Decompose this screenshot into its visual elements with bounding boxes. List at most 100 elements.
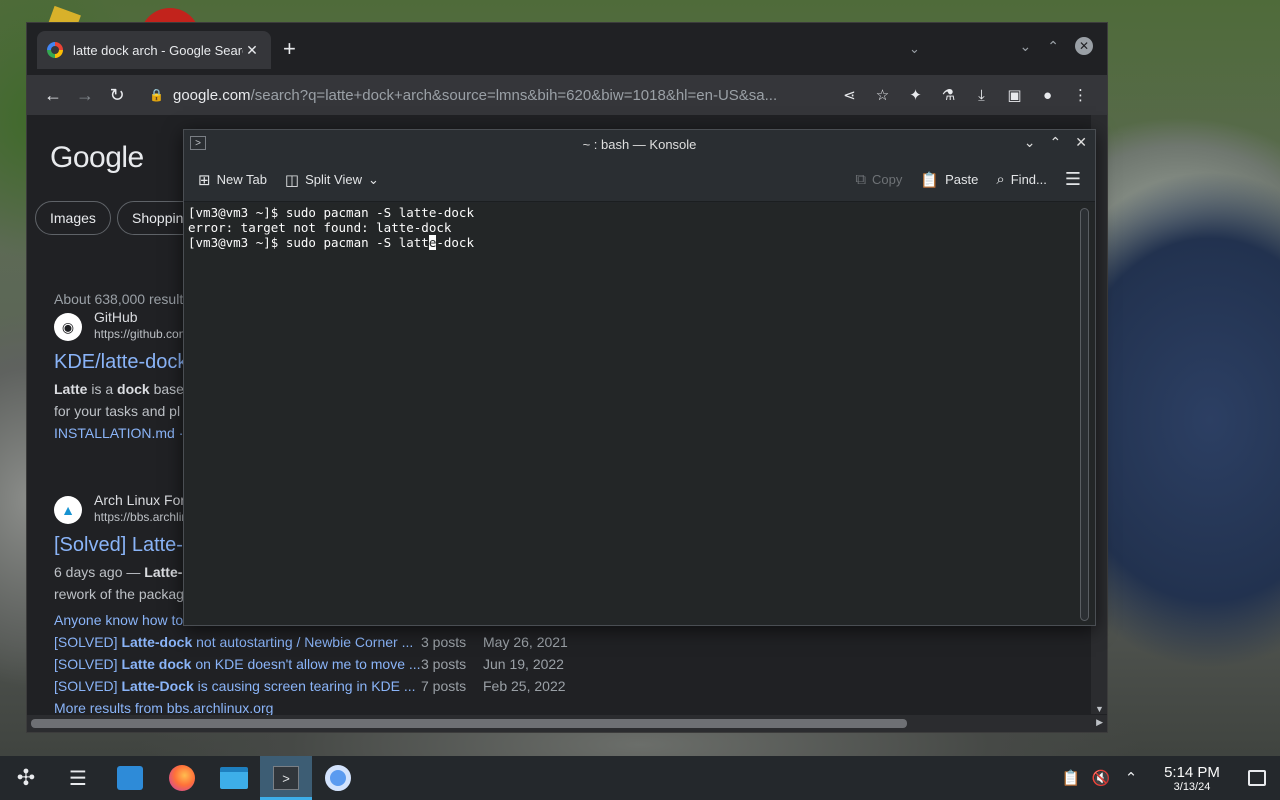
filter-chip-images[interactable]: Images bbox=[35, 201, 111, 235]
sub-result-row[interactable]: [SOLVED] Latte-Dock is causing screen te… bbox=[54, 678, 566, 694]
sub-result-row[interactable]: [SOLVED] Latte-dock not autostarting / N… bbox=[54, 634, 568, 650]
terminal-line: error: target not found: latte-dock bbox=[188, 220, 452, 235]
result-sitelink[interactable]: Anyone know how to bbox=[54, 612, 183, 628]
address-bar[interactable]: 🔒 google.com /search?q=latte+dock+arch&s… bbox=[141, 80, 825, 110]
find-label: Find... bbox=[1010, 172, 1047, 187]
sub-result-row[interactable]: [SOLVED] Latte dock on KDE doesn't allow… bbox=[54, 656, 564, 672]
digital-clock[interactable]: 5:14 PM 3/13/24 bbox=[1152, 764, 1232, 793]
tab-search-icon[interactable]: ⌄ bbox=[909, 41, 920, 57]
copy-button[interactable]: ⧉ Copy bbox=[855, 171, 902, 188]
sub-result-date: May 26, 2021 bbox=[483, 634, 568, 650]
result-sitelink[interactable]: INSTALLATION.md · bbox=[54, 425, 183, 441]
sub-result-text: not autostarting / Newbie Corner ... bbox=[192, 634, 414, 650]
sub-result-posts: 3 posts bbox=[421, 634, 467, 650]
pager-button[interactable]: ☰ bbox=[52, 756, 104, 800]
snippet-text: 6 days ago — bbox=[54, 564, 145, 580]
horizontal-scrollbar[interactable]: ▶ bbox=[27, 715, 1107, 732]
chevron-down-icon: ⌄ bbox=[367, 171, 379, 187]
copy-icon: ⧉ bbox=[855, 171, 867, 188]
taskbar-discover[interactable] bbox=[104, 756, 156, 800]
lock-icon: 🔒 bbox=[149, 88, 164, 102]
find-button[interactable]: ⌕ Find... bbox=[996, 171, 1047, 188]
split-view-icon: ◫ bbox=[284, 171, 300, 189]
result-snippet: Latte is a dock based bbox=[54, 381, 192, 397]
new-tab-icon: ⊞ bbox=[198, 171, 211, 189]
hamburger-menu-button[interactable]: ☰ bbox=[1065, 169, 1081, 190]
terminal-current-line: [vm3@vm3 ~]$ sudo pacman -S latte-dock bbox=[188, 235, 1091, 250]
forward-icon[interactable]: → bbox=[69, 85, 101, 106]
chrome-window-controls: ⌄ ⌃ ✕ bbox=[1020, 37, 1093, 55]
extensions-icon[interactable]: ✦ bbox=[899, 86, 932, 104]
share-icon[interactable]: ⋖ bbox=[833, 86, 866, 104]
paste-icon: 📋 bbox=[920, 171, 940, 189]
taskbar-konsole[interactable]: > bbox=[260, 756, 312, 800]
close-window-icon[interactable]: ✕ bbox=[1075, 37, 1093, 55]
clock-time: 5:14 PM bbox=[1164, 763, 1220, 781]
bookmark-star-icon[interactable]: ☆ bbox=[866, 86, 899, 104]
github-icon: ◉ bbox=[54, 313, 82, 341]
tab-close-icon[interactable]: ✕ bbox=[243, 42, 261, 59]
paste-button[interactable]: 📋 Paste bbox=[920, 171, 978, 189]
result-count: About 638,000 results bbox=[54, 291, 191, 307]
maximize-icon[interactable]: ⌃ bbox=[1047, 38, 1059, 55]
sub-result-posts: 3 posts bbox=[421, 656, 467, 672]
terminal-scrollbar[interactable] bbox=[1080, 208, 1089, 621]
snippet-bold: dock bbox=[117, 381, 150, 397]
minimize-icon[interactable]: ⌄ bbox=[1020, 38, 1032, 55]
split-view-button[interactable]: ◫ Split View ⌄ bbox=[285, 171, 379, 189]
more-results-link[interactable]: More results from bbs.archlinux.org bbox=[54, 700, 273, 716]
taskbar-dolphin[interactable] bbox=[208, 756, 260, 800]
show-desktop-icon[interactable] bbox=[1248, 770, 1266, 786]
sub-result-text: on KDE doesn't allow me to move ... bbox=[191, 656, 421, 672]
profile-icon[interactable]: ● bbox=[1031, 87, 1064, 104]
clipboard-icon[interactable]: 📋 bbox=[1056, 769, 1086, 787]
side-panel-icon[interactable]: ▣ bbox=[998, 86, 1031, 104]
scroll-down-arrow-icon[interactable]: ▼ bbox=[1095, 704, 1104, 714]
hamburger-menu-icon: ☰ bbox=[1064, 169, 1081, 189]
scroll-right-arrow-icon[interactable]: ▶ bbox=[1096, 717, 1103, 728]
taskbar: ✣ ☰ > 📋 🔇 ⌃ 5:14 PM 3/13/24 bbox=[0, 756, 1280, 800]
window-title: ~ : bash — Konsole bbox=[582, 136, 697, 152]
split-view-label: Split View bbox=[305, 172, 362, 187]
taskbar-firefox[interactable] bbox=[156, 756, 208, 800]
terminal-text: -dock bbox=[436, 235, 474, 250]
sub-result-posts: 7 posts bbox=[421, 678, 467, 694]
scrollbar-thumb[interactable] bbox=[31, 719, 907, 728]
new-tab-label: New Tab bbox=[216, 172, 267, 187]
minimize-icon[interactable]: ⌄ bbox=[1024, 134, 1036, 151]
tab-title: latte dock arch - Google Search bbox=[73, 42, 243, 58]
snippet-text: is a bbox=[87, 381, 118, 397]
sub-result-prefix: [SOLVED] bbox=[54, 634, 122, 650]
terminal-text: [vm3@vm3 ~]$ sudo pacman -S latt bbox=[188, 235, 429, 250]
volume-muted-icon[interactable]: 🔇 bbox=[1086, 769, 1116, 787]
maximize-icon[interactable]: ⌃ bbox=[1050, 134, 1062, 151]
konsole-titlebar[interactable]: > ~ : bash — Konsole ⌄ ⌃ ✕ bbox=[184, 130, 1095, 158]
konsole-icon: > bbox=[273, 766, 299, 790]
google-logo[interactable]: Google bbox=[50, 141, 144, 175]
back-icon[interactable]: ← bbox=[37, 85, 69, 106]
menu-kebab-icon[interactable]: ⋮ bbox=[1064, 86, 1097, 104]
browser-tab[interactable]: latte dock arch - Google Search ✕ bbox=[37, 31, 271, 69]
konsole-window-controls: ⌄ ⌃ ✕ bbox=[1024, 134, 1087, 151]
chrome-tabbar: latte dock arch - Google Search ✕ + ⌄ ⌄ … bbox=[27, 23, 1107, 75]
close-icon[interactable]: ✕ bbox=[1075, 134, 1087, 151]
new-tab-button[interactable]: ⊞ New Tab bbox=[198, 171, 267, 189]
chromium-icon bbox=[325, 765, 351, 791]
taskbar-chromium[interactable] bbox=[312, 756, 364, 800]
google-favicon-icon bbox=[47, 42, 63, 58]
sub-result-prefix: [SOLVED] bbox=[54, 656, 122, 672]
url-path: /search?q=latte+dock+arch&source=lmns&bi… bbox=[250, 86, 778, 104]
terminal-line: [vm3@vm3 ~]$ sudo pacman -S latte-dock bbox=[188, 205, 474, 220]
labs-flask-icon[interactable]: ⚗ bbox=[932, 86, 965, 104]
application-launcher[interactable]: ✣ bbox=[0, 756, 52, 800]
result-title-link[interactable]: KDE/latte-dock bbox=[54, 351, 187, 374]
terminal-area[interactable]: [vm3@vm3 ~]$ sudo pacman -S latte-dock e… bbox=[184, 203, 1095, 625]
konsole-app-icon[interactable]: > bbox=[190, 136, 206, 150]
tray-expand-icon[interactable]: ⌃ bbox=[1116, 769, 1146, 787]
konsole-window: > ~ : bash — Konsole ⌄ ⌃ ✕ ⊞ New Tab ◫ S… bbox=[183, 129, 1096, 626]
download-icon[interactable]: ⤓ bbox=[965, 87, 998, 104]
konsole-toolbar: ⊞ New Tab ◫ Split View ⌄ ⧉ Copy 📋 Paste … bbox=[184, 158, 1095, 202]
result-url: https://github.com bbox=[94, 327, 189, 341]
new-tab-button[interactable]: + bbox=[283, 37, 296, 61]
reload-icon[interactable]: ↻ bbox=[101, 85, 133, 106]
